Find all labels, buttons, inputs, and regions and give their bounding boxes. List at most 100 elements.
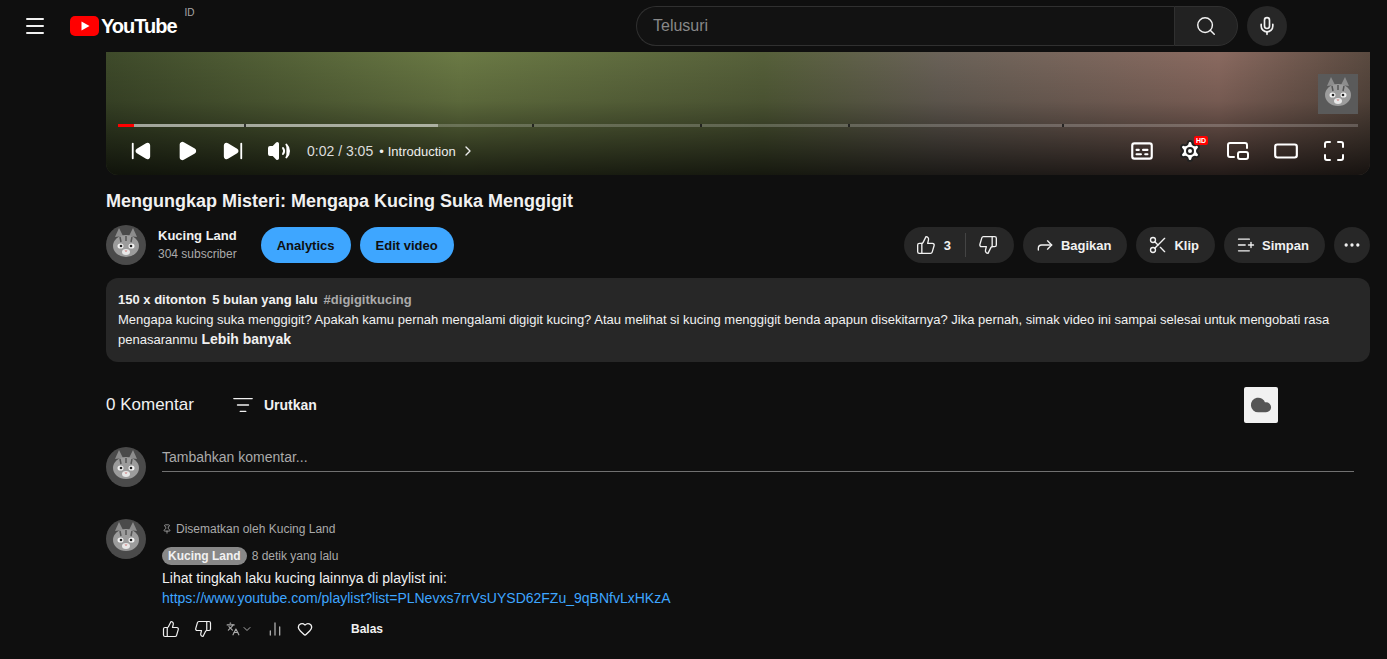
bar-chart-icon <box>267 621 283 637</box>
owner-button[interactable]: Edit video <box>360 227 454 263</box>
thumbs-down-icon <box>194 620 212 638</box>
comment-actions: Balas <box>162 620 670 638</box>
action-icon <box>1236 235 1256 255</box>
show-more-button[interactable]: Lebih banyak <box>198 331 291 347</box>
comment-dislike-button[interactable] <box>194 620 212 638</box>
hashtag[interactable]: #digigitkucing <box>324 290 412 310</box>
settings-button[interactable]: HD <box>1166 127 1214 175</box>
play-button[interactable] <box>164 127 210 175</box>
translate-icon <box>226 622 240 636</box>
header-left: YouTubeID <box>0 14 636 38</box>
comment: Disematkan oleh Kucing LandKucing Land8 … <box>106 519 1370 638</box>
description-box[interactable]: 150 x ditonton5 bulan yang lalu#digigitk… <box>106 278 1370 362</box>
video-title: Mengungkap Misteri: Mengapa Kucing Suka … <box>106 188 1370 214</box>
volume-icon <box>267 139 291 163</box>
time-display: 0:02 / 3:05 <box>307 143 373 159</box>
fullscreen-icon <box>1322 139 1346 163</box>
chapter-gap <box>848 124 850 127</box>
volume-button[interactable] <box>256 127 302 175</box>
hamburger-icon <box>23 14 47 38</box>
action-icon <box>1148 235 1168 255</box>
chapter-title: Introduction <box>388 144 456 159</box>
microphone-icon <box>1257 16 1277 36</box>
heart-button[interactable] <box>297 621 313 637</box>
action-button[interactable]: Simpan <box>1224 227 1325 263</box>
like-count: 3 <box>944 238 951 253</box>
comment-text: Lihat tingkah laku kucing lainnya di pla… <box>162 568 670 588</box>
more-button[interactable] <box>1334 227 1370 263</box>
fullscreen-button[interactable] <box>1310 127 1358 175</box>
video-player[interactable]: 0:02 / 3:05 • Introduction HD <box>106 52 1370 175</box>
action-label: Bagikan <box>1061 238 1112 253</box>
previous-icon <box>130 140 152 162</box>
stats-button[interactable] <box>267 621 283 637</box>
channel-name[interactable]: Kucing Land <box>158 227 237 245</box>
reply-button[interactable]: Balas <box>327 622 383 636</box>
sort-button[interactable]: Urutkan <box>226 393 323 417</box>
comment-input[interactable]: Tambahkan komentar... <box>162 449 1354 472</box>
chevron-right-icon <box>460 143 476 159</box>
author-badge[interactable]: Kucing Land <box>162 547 247 565</box>
control-row: 0:02 / 3:05 • Introduction HD <box>118 127 1358 175</box>
theater-icon <box>1273 138 1299 164</box>
voice-search-button[interactable] <box>1247 6 1287 46</box>
action-button[interactable]: Klip <box>1136 227 1215 263</box>
chapter-separator: • <box>379 144 384 159</box>
like-dislike-group: 3 <box>904 227 1014 263</box>
sort-label: Urutkan <box>264 397 317 413</box>
theater-button[interactable] <box>1262 127 1310 175</box>
search-button[interactable] <box>1174 6 1238 46</box>
owner-button[interactable]: Analytics <box>261 227 351 263</box>
channel-watermark[interactable] <box>1318 74 1358 114</box>
play-icon <box>176 140 198 162</box>
logo-text: YouTube <box>101 15 177 38</box>
user-avatar-icon <box>106 447 146 487</box>
pin-icon <box>162 524 172 534</box>
video-actions: 3 Bagikan KlipSimpan <box>904 227 1370 263</box>
chapter-gap <box>532 124 534 127</box>
channel-avatar-icon <box>106 225 146 265</box>
search-input[interactable]: Telusuri <box>636 6 1174 46</box>
watermark-avatar-icon <box>1318 74 1358 114</box>
previous-button[interactable] <box>118 127 164 175</box>
add-comment-row: Tambahkan komentar... <box>106 447 1370 487</box>
sort-icon <box>232 394 254 416</box>
dislike-button[interactable] <box>966 227 1014 263</box>
chapter-button[interactable]: • Introduction <box>373 143 476 159</box>
next-button[interactable] <box>210 127 256 175</box>
player-controls: 0:02 / 3:05 • Introduction HD <box>106 124 1370 175</box>
description-text: Mengapa kucing suka menggigit? Apakah ka… <box>118 310 1358 350</box>
watch-content: 0:02 / 3:05 • Introduction HD Mengungkap Mis… <box>106 52 1370 638</box>
subtitles-button[interactable] <box>1118 127 1166 175</box>
commenter-avatar-icon <box>106 519 146 559</box>
comment-author-line: Kucing Land 8 detik yang lalu <box>162 547 670 565</box>
subscriber-count: 304 subscriber <box>158 245 237 263</box>
comment-count: 0 Komentar <box>106 395 194 415</box>
youtube-logo[interactable]: YouTubeID <box>70 15 199 38</box>
thumbs-up-icon <box>162 620 180 638</box>
like-button[interactable]: 3 <box>904 227 965 263</box>
search-form: Telusuri <box>636 6 1238 46</box>
chapter-gap <box>700 124 702 127</box>
heart-icon <box>297 621 313 637</box>
miniplayer-button[interactable] <box>1214 127 1262 175</box>
miniplayer-icon <box>1226 139 1250 163</box>
upload-date: 5 bulan yang lalu <box>212 290 317 310</box>
more-icon <box>1342 235 1362 255</box>
translate-button[interactable] <box>226 622 253 636</box>
youtube-logo-icon <box>70 16 99 36</box>
comment-like-button[interactable] <box>162 620 180 638</box>
playlist-link[interactable]: https://www.youtube.com/playlist?list=PL… <box>162 588 670 608</box>
top-bar: YouTubeIDTelusuri <box>0 0 1387 52</box>
next-icon <box>222 140 244 162</box>
dropdown-icon <box>241 623 253 635</box>
region-code: ID <box>185 7 195 18</box>
comment-time[interactable]: 8 detik yang lalu <box>252 549 339 563</box>
menu-button[interactable] <box>23 14 47 38</box>
action-icon <box>1035 235 1055 255</box>
cloud-extension-button[interactable] <box>1244 387 1278 423</box>
cloud-icon <box>1250 394 1272 416</box>
hd-badge: HD <box>1194 136 1208 145</box>
action-button[interactable]: Bagikan <box>1023 227 1128 263</box>
chapter-gap <box>1062 124 1064 127</box>
